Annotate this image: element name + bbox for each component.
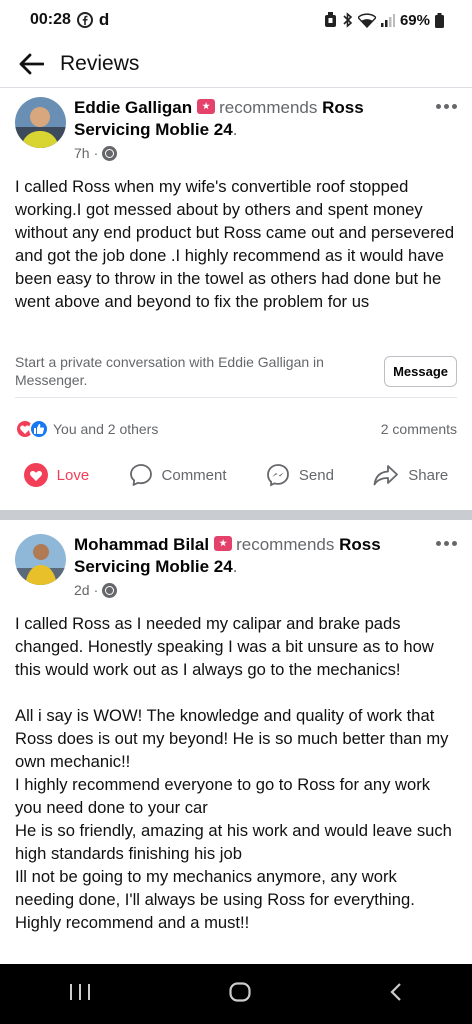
send-button[interactable]: Send bbox=[266, 463, 334, 487]
comment-bubble-icon bbox=[129, 464, 152, 486]
status-right: 69% bbox=[324, 12, 444, 29]
back-nav-button[interactable] bbox=[389, 982, 403, 1007]
avatar[interactable] bbox=[15, 534, 66, 585]
system-nav-bar bbox=[0, 964, 472, 1024]
section-separator bbox=[0, 510, 472, 520]
status-bar: 00:28 d 69% bbox=[0, 0, 472, 40]
reactions-summary[interactable]: You and 2 others bbox=[15, 419, 158, 439]
dot bbox=[435, 103, 441, 109]
reactions-label: You and 2 others bbox=[53, 421, 159, 437]
divider bbox=[15, 397, 457, 398]
review-header: Eddie Galligan recommends Ross Servicing … bbox=[74, 98, 364, 139]
more-options-button[interactable] bbox=[434, 100, 458, 112]
avatar-image bbox=[15, 97, 66, 148]
love-label: Love bbox=[56, 466, 90, 484]
share-label: Share bbox=[408, 466, 449, 484]
recent-apps-icon bbox=[70, 983, 90, 1000]
review-time[interactable]: 7h bbox=[74, 145, 90, 161]
review-verb: recommends bbox=[219, 98, 318, 117]
dot bbox=[435, 540, 441, 546]
reviewer-name[interactable]: Eddie Galligan bbox=[74, 98, 192, 117]
page-title: Reviews bbox=[60, 51, 140, 75]
recent-apps-button[interactable] bbox=[69, 983, 91, 1006]
battery-percent: 69% bbox=[399, 11, 430, 29]
home-button[interactable] bbox=[229, 981, 251, 1007]
heart-icon bbox=[23, 463, 48, 487]
wifi-icon bbox=[357, 12, 376, 28]
love-button[interactable]: Love bbox=[23, 463, 90, 487]
back-button[interactable] bbox=[16, 49, 46, 79]
avatar[interactable] bbox=[15, 97, 66, 148]
review-header: Mohammad Bilal recommends Ross Servicing … bbox=[74, 535, 381, 576]
send-label: Send bbox=[298, 466, 334, 484]
like-reaction-icon bbox=[29, 419, 49, 439]
dot bbox=[451, 103, 457, 109]
battery-icon bbox=[435, 12, 444, 28]
review-body: I called Ross when my wife's convertible… bbox=[15, 177, 455, 311]
dot bbox=[451, 540, 457, 546]
chevron-left-icon bbox=[390, 982, 401, 1001]
app-header: Reviews bbox=[0, 40, 472, 88]
comment-label: Comment bbox=[161, 466, 227, 484]
review-meta: 2d · bbox=[74, 582, 118, 598]
share-arrow-icon bbox=[373, 465, 399, 486]
status-left: 00:28 d bbox=[30, 10, 109, 30]
globe-icon bbox=[102, 145, 118, 161]
facebook-notification-icon bbox=[76, 12, 93, 28]
share-button[interactable]: Share bbox=[373, 464, 448, 486]
bluetooth-icon bbox=[343, 12, 353, 28]
review-card: Mohammad Bilal recommends Ross Servicing … bbox=[0, 520, 472, 964]
review-body: I called Ross as I needed my calipar and… bbox=[15, 614, 452, 932]
private-message-row: Start a private conversation with Eddie … bbox=[15, 353, 457, 389]
recommends-badge-icon bbox=[197, 99, 216, 114]
private-message-text: Start a private conversation with Eddie … bbox=[15, 354, 324, 388]
comments-count[interactable]: 2 comments bbox=[381, 421, 457, 437]
status-time: 00:28 bbox=[30, 11, 71, 28]
recommends-badge-icon bbox=[214, 536, 233, 551]
review-time[interactable]: 2d bbox=[74, 582, 90, 598]
arrow-left-icon bbox=[19, 53, 44, 74]
action-row: Love Comment Send Share bbox=[0, 463, 472, 487]
review-card: Eddie Galligan recommends Ross Servicing … bbox=[0, 89, 472, 509]
review-meta: 7h · bbox=[74, 145, 118, 161]
comment-button[interactable]: Comment bbox=[129, 463, 227, 487]
alarm-icon bbox=[324, 12, 336, 27]
more-options-button[interactable] bbox=[434, 537, 458, 549]
avatar-image bbox=[15, 534, 66, 585]
messenger-icon bbox=[266, 464, 289, 487]
home-icon bbox=[229, 981, 251, 1002]
dot bbox=[443, 103, 449, 109]
dot bbox=[443, 540, 449, 546]
globe-icon bbox=[102, 582, 118, 598]
signal-icon bbox=[380, 14, 395, 27]
review-verb: recommends bbox=[236, 535, 335, 554]
message-button[interactable]: Message bbox=[384, 355, 457, 387]
status-extra-icon: d bbox=[98, 10, 110, 29]
reviewer-name[interactable]: Mohammad Bilal bbox=[74, 535, 209, 554]
reactions-row: You and 2 others 2 comments bbox=[15, 419, 457, 439]
